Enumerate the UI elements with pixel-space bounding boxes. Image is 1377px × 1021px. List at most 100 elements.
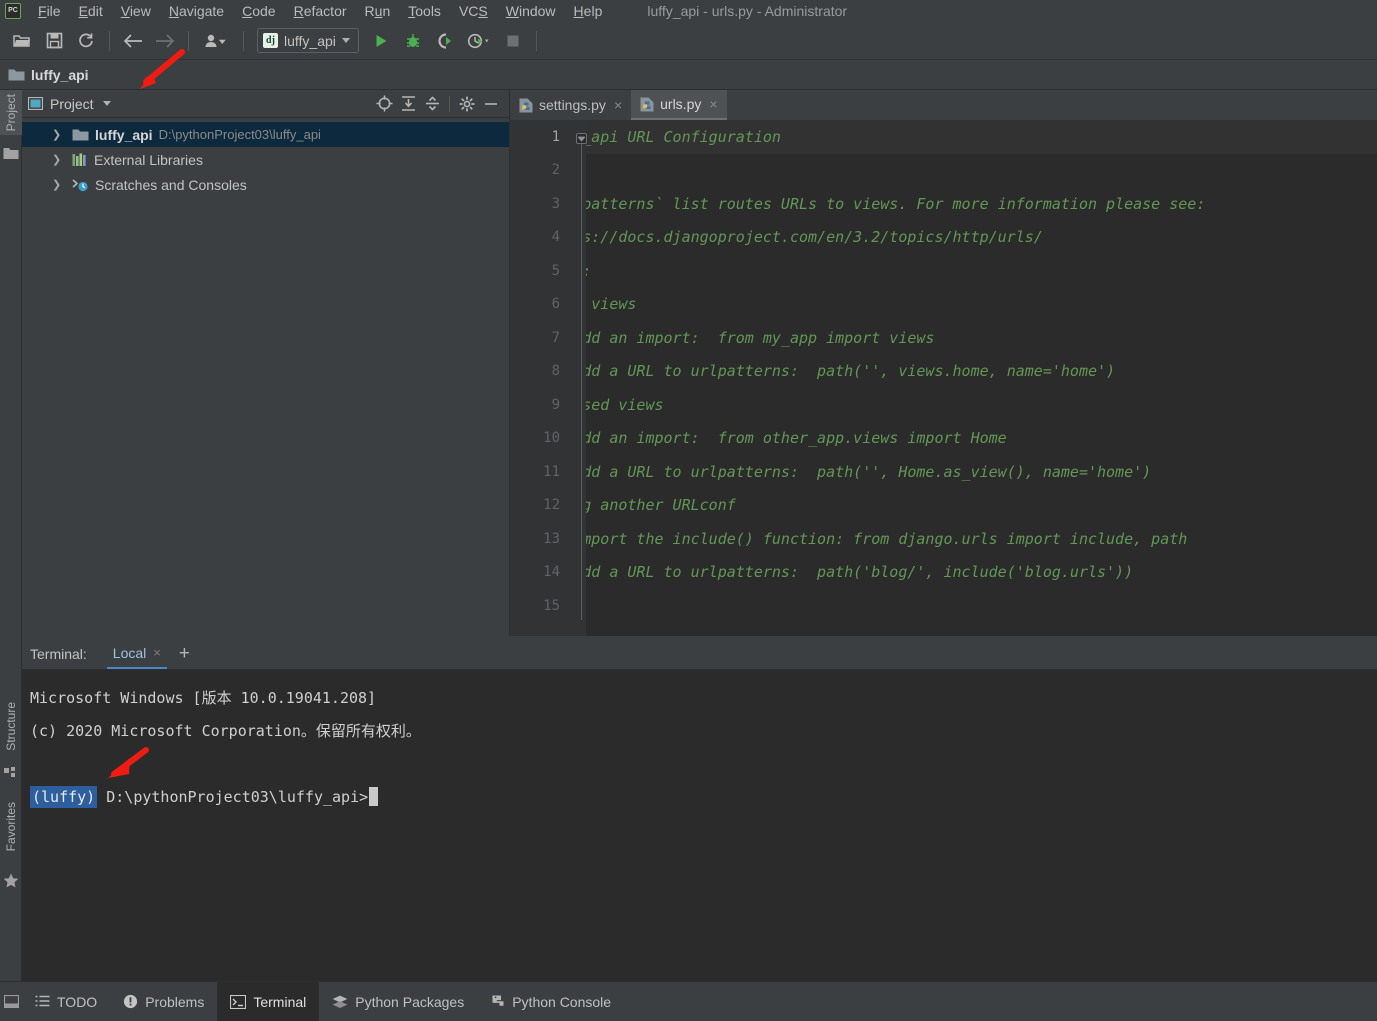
new-terminal-tab-icon[interactable]: + <box>169 643 200 665</box>
code-folding-gutter <box>572 120 586 636</box>
toolbar-separator-4 <box>535 30 537 51</box>
run-configuration-selector[interactable]: dj luffy_api <box>257 28 359 53</box>
line-number: 9 <box>551 396 560 413</box>
chevron-right-icon[interactable]: ❯ <box>52 178 66 191</box>
tool-button-python-packages[interactable]: Python Packages <box>319 982 477 1021</box>
folder-icon <box>3 147 19 165</box>
code-line[interactable]: 4 https://docs.djangoproject.com/en/3.2/… <box>510 221 1377 255</box>
close-icon[interactable]: × <box>153 645 161 660</box>
menu-item-run[interactable]: Run <box>356 1 400 21</box>
code-line[interactable]: 8 2. Add a URL to urlpatterns: path('', … <box>510 355 1377 389</box>
stop-icon[interactable] <box>500 28 526 54</box>
chevron-down-icon[interactable] <box>102 101 111 106</box>
tool-button-problems[interactable]: Problems <box>110 982 217 1021</box>
navigate-forward-icon[interactable] <box>152 28 178 54</box>
open-folder-icon[interactable] <box>9 28 35 54</box>
project-view-icon <box>28 97 43 110</box>
terminal-cursor <box>369 787 379 806</box>
chevron-right-icon[interactable]: ❯ <box>52 128 66 141</box>
close-icon[interactable]: × <box>614 97 622 113</box>
close-icon[interactable]: × <box>709 96 717 112</box>
code-line[interactable]: 6Function views <box>510 288 1377 322</box>
navigate-back-icon[interactable] <box>120 28 146 54</box>
toolbar-separator-2 <box>188 30 189 51</box>
save-all-icon[interactable] <box>41 28 67 54</box>
code-line[interactable]: 9 Class-based views <box>510 388 1377 422</box>
code-line[interactable]: 1 """luffy_api URL Configuration <box>510 120 1377 154</box>
terminal-header: Terminal: Local × + <box>22 638 1377 670</box>
tool-button-todo[interactable]: TODO <box>22 982 110 1021</box>
django-badge-icon: dj <box>263 33 278 48</box>
menu-item-refactor[interactable]: Refactor <box>285 1 356 21</box>
run-coverage-icon[interactable] <box>432 28 458 54</box>
tool-button-python-console[interactable]: Python Console <box>477 982 624 1021</box>
locate-target-icon[interactable] <box>372 93 396 115</box>
left-tool-rail: Project Structure Favorites <box>0 90 22 981</box>
tool-button-label: Python Console <box>512 993 612 1010</box>
editor-tab-label: settings.py <box>539 97 606 113</box>
run-icon[interactable] <box>368 28 394 54</box>
menu-item-edit[interactable]: Edit <box>70 1 112 21</box>
line-number: 12 <box>543 497 560 514</box>
code-line[interactable]: 3 The `urlpatterns` list routes URLs to v… <box>510 187 1377 221</box>
terminal-prompt: (luffy) D:\pythonProject03\luffy_api> <box>30 781 1377 814</box>
code-line[interactable]: 5Examples: <box>510 254 1377 288</box>
library-icon <box>72 153 86 166</box>
tree-item-scratches-and-consoles[interactable]: ❯ Scratches and Consoles <box>22 172 509 197</box>
menu-item-tools[interactable]: Tools <box>399 1 450 21</box>
code-line[interactable]: 12 Including another URLconf <box>510 489 1377 523</box>
tool-button-label: TODO <box>57 993 98 1010</box>
code-line[interactable]: 15""" <box>510 589 1377 623</box>
expand-all-icon[interactable] <box>396 93 420 115</box>
menu-item-file[interactable]: File <box>29 1 70 21</box>
code-line[interactable]: 13 1. Import the include() function: fro… <box>510 522 1377 556</box>
hide-panel-icon[interactable] <box>479 93 503 115</box>
vcs-update-icon[interactable] <box>199 28 233 54</box>
editor-tab-settings-py[interactable]: settings.py × <box>510 90 631 120</box>
folder-icon <box>8 69 25 80</box>
toolbar-separator-3 <box>243 30 244 51</box>
menu-item-view[interactable]: View <box>112 1 160 21</box>
tree-item-luffy-api[interactable]: ❯ luffy_api D:\pythonProject03\luffy_api <box>22 122 509 147</box>
breadcrumb-item-project[interactable]: luffy_api <box>31 67 89 83</box>
profile-icon[interactable] <box>464 28 494 54</box>
rail-tab-structure[interactable]: Structure <box>0 698 22 755</box>
terminal-output[interactable]: Microsoft Windows [版本 10.0.19041.208] (c… <box>22 670 1377 814</box>
structure-icon <box>4 767 18 785</box>
rail-tab-structure-label: Structure <box>4 702 18 751</box>
editor-tab-label: urls.py <box>660 96 702 112</box>
toolbar-separator <box>109 30 110 51</box>
chevron-right-icon[interactable]: ❯ <box>52 153 66 166</box>
menu-item-window[interactable]: Window <box>497 1 565 21</box>
tool-button-terminal[interactable]: Terminal <box>217 981 320 1021</box>
line-number: 11 <box>543 463 560 480</box>
rail-tab-favorites[interactable]: Favorites <box>0 798 22 855</box>
menu-item-vcs[interactable]: VCS <box>450 1 497 21</box>
code-editor[interactable]: 1 """luffy_api URL Configuration 2 3 The `ur… <box>510 120 1377 636</box>
debug-icon[interactable] <box>400 28 426 54</box>
editor-tab-urls-py[interactable]: urls.py × <box>631 90 727 120</box>
tree-item-path: D:\pythonProject03\luffy_api <box>158 127 321 142</box>
rail-tab-project[interactable]: Project <box>0 90 22 136</box>
tree-item-external-libraries[interactable]: ❯ External Libraries <box>22 147 509 172</box>
code-line[interactable]: 7 1. Add an import: from my_app import v… <box>510 321 1377 355</box>
settings-gear-icon[interactable] <box>455 93 479 115</box>
code-line[interactable]: 2 <box>510 154 1377 188</box>
line-number: 4 <box>551 229 560 246</box>
menu-item-navigate[interactable]: Navigate <box>160 1 233 21</box>
line-number: 14 <box>543 564 560 581</box>
collapse-all-icon[interactable] <box>420 93 444 115</box>
sync-refresh-icon[interactable] <box>73 28 99 54</box>
line-number: 7 <box>551 329 560 346</box>
code-line[interactable]: 10 1. Add an import: from other_app.view… <box>510 422 1377 456</box>
code-line[interactable]: 14 2. Add a URL to urlpatterns: path('bl… <box>510 556 1377 590</box>
code-line[interactable]: 11 2. Add a URL to urlpatterns: path('',… <box>510 455 1377 489</box>
menu-item-help[interactable]: Help <box>565 1 612 21</box>
fold-collapse-icon[interactable] <box>576 133 587 144</box>
terminal-tab-local[interactable]: Local × <box>106 638 167 669</box>
tree-item-label: Scratches and Consoles <box>95 176 247 193</box>
show-tool-windows-icon[interactable] <box>0 982 22 1021</box>
run-config-label: luffy_api <box>284 32 336 49</box>
menu-item-code[interactable]: Code <box>233 1 284 21</box>
fold-region-line <box>581 144 582 620</box>
